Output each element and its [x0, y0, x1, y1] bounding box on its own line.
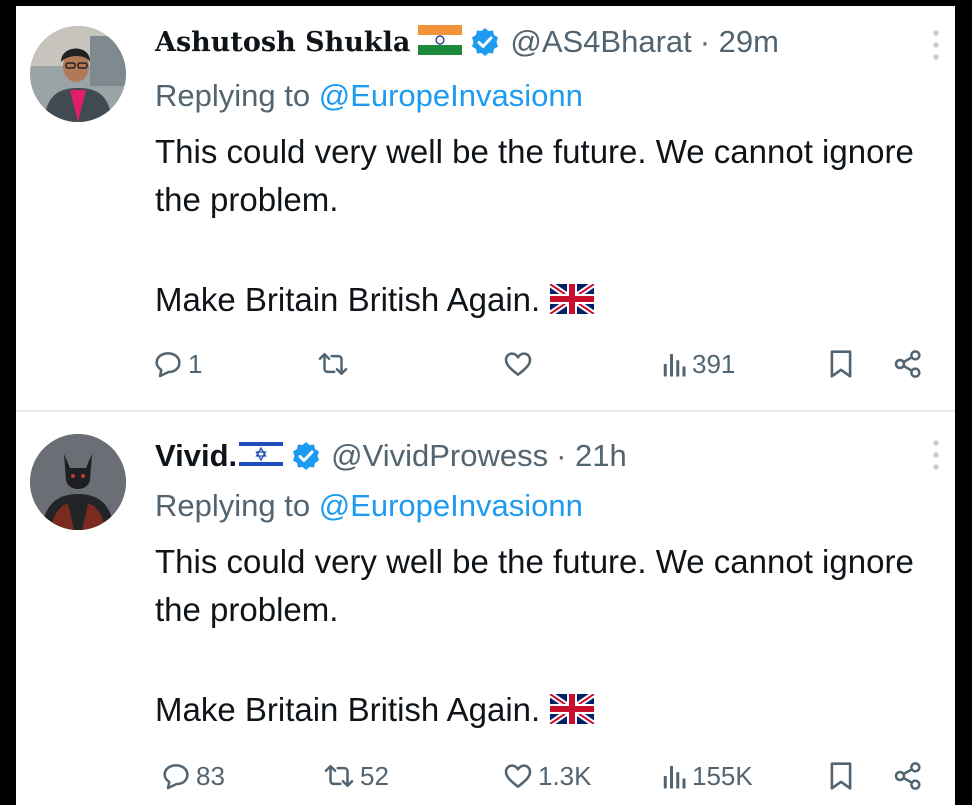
retweet-icon [318, 352, 348, 376]
reply-icon [155, 352, 181, 378]
avatar[interactable] [30, 26, 126, 122]
reply-count: 1 [188, 348, 203, 379]
retweet-icon [324, 764, 354, 788]
display-name[interactable]: Vivid. [155, 438, 237, 474]
tweet-header: Ashutosh Shukla @AS4Bharat · 29m [155, 20, 779, 64]
share-icon [894, 350, 921, 378]
tweet-text-line: This could very well be the future. We c… [155, 543, 914, 628]
retweet-button[interactable]: 52 [322, 756, 389, 796]
bookmark-icon [830, 350, 852, 378]
replying-to-handle[interactable]: @EuropeInvasionn [319, 78, 583, 113]
tweet-thread-screenshot: Ashutosh Shukla @AS4Bharat · 29m Replyin… [16, 6, 955, 805]
bookmark-icon [830, 762, 852, 790]
reply-count: 83 [196, 760, 225, 791]
bookmark-button[interactable] [828, 756, 854, 796]
replying-to: Replying to @EuropeInvasionn [155, 488, 583, 524]
verified-badge-icon [470, 27, 500, 57]
user-handle[interactable]: @VividProwess [331, 438, 548, 474]
retweet-button[interactable] [316, 344, 354, 384]
user-handle[interactable]: @AS4Bharat [510, 24, 691, 60]
avatar[interactable] [30, 434, 126, 530]
heart-icon [504, 352, 532, 376]
more-options-icon[interactable] [931, 438, 941, 472]
share-button[interactable] [892, 344, 924, 384]
replying-to-label: Replying to [155, 488, 319, 523]
tweet-text-span: Make Britain British Again. [155, 691, 541, 728]
like-button[interactable] [502, 344, 538, 384]
like-count: 1.3K [538, 760, 592, 791]
views-count: 391 [692, 348, 736, 379]
more-options-icon[interactable] [931, 28, 941, 62]
india-flag-icon [418, 25, 463, 59]
tweet-text-line: Make Britain British Again. [155, 686, 935, 737]
reply-button[interactable]: 83 [160, 756, 225, 796]
display-name[interactable]: Ashutosh Shukla [155, 27, 410, 58]
retweet-count: 52 [360, 760, 389, 791]
views-button[interactable]: 155K [662, 756, 753, 796]
tweet-text: This could very well be the future. We c… [155, 538, 935, 737]
verified-badge-icon [291, 441, 321, 471]
tweet-header: Vivid. @VividProwess · 21h [155, 434, 627, 478]
like-button[interactable]: 1.3K [502, 756, 592, 796]
timestamp[interactable]: · 21h [556, 438, 627, 474]
tweet-text-span: Make Britain British Again. [155, 281, 541, 318]
share-icon [894, 762, 921, 790]
views-count: 155K [692, 760, 753, 791]
reply-button[interactable]: 1 [152, 344, 202, 384]
tweet[interactable]: Vivid. @VividProwess · 21h Replying to @… [16, 412, 955, 805]
uk-flag-icon [548, 279, 596, 327]
tweet-text: This could very well be the future. We c… [155, 128, 935, 327]
tweet-text-line: This could very well be the future. We c… [155, 133, 914, 218]
timestamp[interactable]: · 29m [700, 24, 779, 60]
replying-to-label: Replying to [155, 78, 319, 113]
views-chart-icon [663, 766, 686, 789]
views-chart-icon [663, 354, 686, 377]
tweet-actions: 1 391 [152, 344, 942, 384]
israel-flag-icon [239, 439, 284, 473]
replying-to: Replying to @EuropeInvasionn [155, 78, 583, 114]
reply-icon [163, 764, 189, 790]
replying-to-handle[interactable]: @EuropeInvasionn [319, 488, 583, 523]
tweet[interactable]: Ashutosh Shukla @AS4Bharat · 29m Replyin… [16, 6, 955, 410]
bookmark-button[interactable] [828, 344, 854, 384]
views-button[interactable]: 391 [662, 344, 735, 384]
share-button[interactable] [892, 756, 924, 796]
uk-flag-icon [548, 689, 596, 737]
heart-icon [504, 764, 532, 788]
tweet-text-line: Make Britain British Again. [155, 276, 935, 327]
tweet-actions: 83 52 1.3K 155K [152, 756, 942, 796]
